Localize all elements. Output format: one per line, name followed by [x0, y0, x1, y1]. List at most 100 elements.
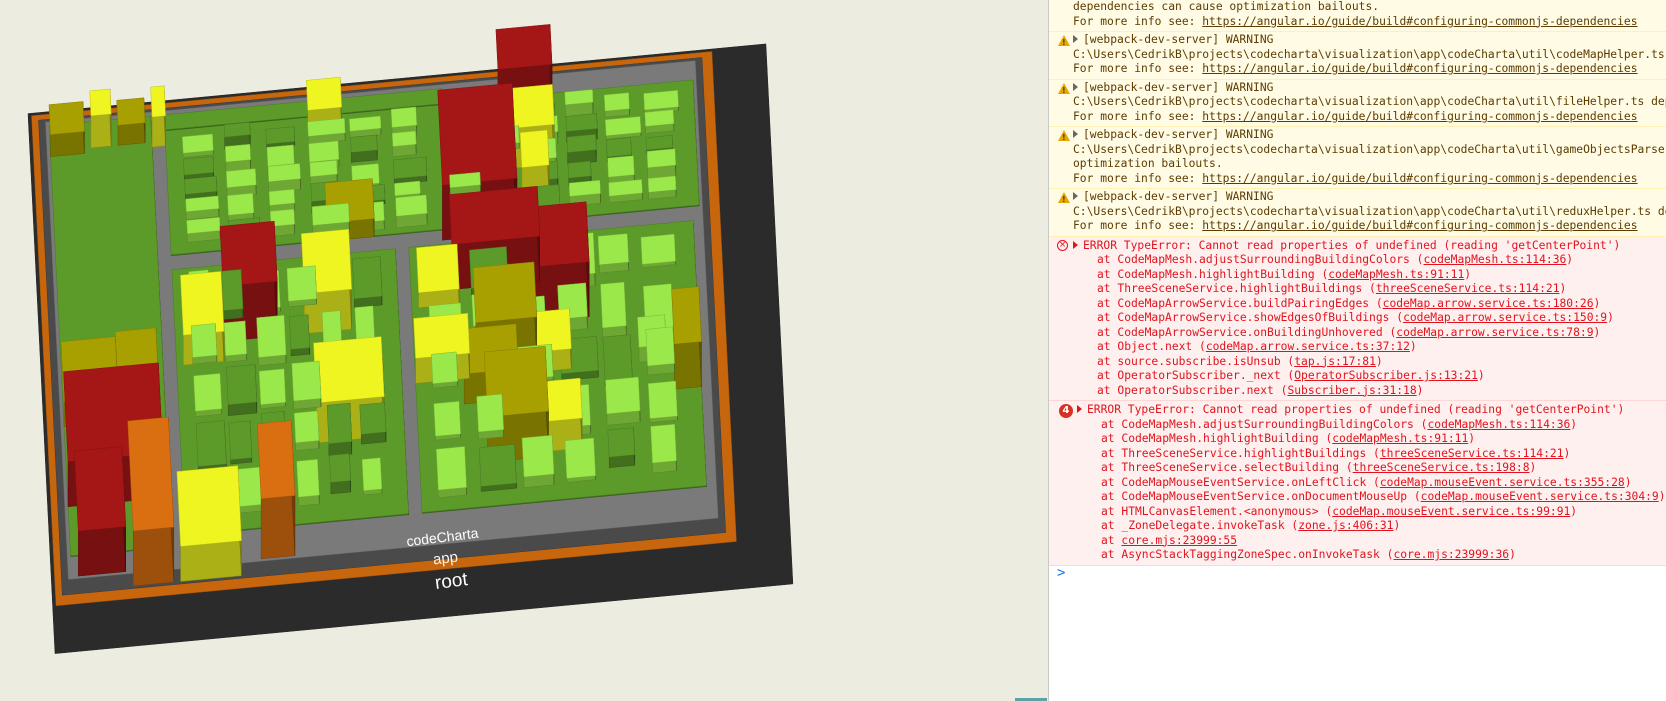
expand-triangle-icon[interactable]	[1073, 35, 1078, 43]
code-building[interactable]	[449, 171, 481, 196]
code-building[interactable]	[433, 401, 461, 441]
source-link[interactable]: OperatorSubscriber.js:13:21	[1294, 369, 1478, 382]
code-map-viewport[interactable]: codeCharta app root	[0, 0, 1048, 701]
code-building[interactable]	[566, 134, 597, 165]
code-building[interactable]	[436, 446, 467, 498]
code-building[interactable]	[349, 115, 382, 138]
code-building[interactable]	[150, 85, 166, 148]
code-building[interactable]	[644, 109, 675, 134]
console-warning-entry[interactable]: dependencies can cause optimization bail…	[1049, 0, 1666, 32]
code-building[interactable]	[267, 163, 301, 193]
code-building[interactable]	[296, 459, 320, 507]
source-link[interactable]: https://angular.io/guide/build#configuri…	[1202, 219, 1637, 232]
source-link[interactable]: Subscriber.js:31:18	[1287, 384, 1416, 397]
code-building[interactable]	[605, 116, 642, 140]
code-building[interactable]	[521, 434, 555, 488]
source-link[interactable]: core.mjs:23999:36	[1393, 548, 1509, 561]
code-building[interactable]	[329, 453, 351, 495]
expand-triangle-icon[interactable]	[1073, 192, 1078, 200]
code-building[interactable]	[176, 465, 242, 582]
code-building[interactable]	[193, 373, 223, 417]
code-building[interactable]	[600, 281, 627, 338]
source-link[interactable]: threeSceneService.ts:114:21	[1380, 447, 1564, 460]
source-link[interactable]: https://angular.io/guide/build#configuri…	[1202, 110, 1637, 123]
code-building[interactable]	[640, 233, 676, 268]
source-link[interactable]: codeMapMesh.ts:114:36	[1423, 253, 1566, 266]
code-building[interactable]	[647, 380, 678, 423]
source-link[interactable]: core.mjs:23999:55	[1121, 534, 1237, 547]
code-building[interactable]	[258, 368, 286, 409]
source-link[interactable]: codeMapMesh.ts:114:36	[1427, 418, 1570, 431]
code-building[interactable]	[127, 416, 175, 587]
code-building[interactable]	[190, 323, 218, 365]
source-link[interactable]: codeMapMesh.ts:91:11	[1328, 268, 1464, 281]
console-error-entry[interactable]: × ERROR TypeError: Cannot read properties…	[1049, 236, 1666, 401]
console-warning-entry[interactable]: [webpack-dev-server] WARNINGC:\Users\Ced…	[1049, 127, 1666, 189]
source-link[interactable]: https://angular.io/guide/build#configuri…	[1202, 172, 1637, 185]
code-building[interactable]	[226, 364, 258, 416]
code-building[interactable]	[286, 265, 317, 308]
code-map-canvas[interactable]: codeCharta app root	[0, 0, 1048, 701]
source-link[interactable]: threeSceneService.ts:114:21	[1376, 282, 1560, 295]
source-link[interactable]: codeMap.mouseEvent.service.ts:304:9	[1421, 490, 1659, 503]
code-building[interactable]	[352, 256, 383, 308]
code-building[interactable]	[478, 444, 517, 492]
code-building[interactable]	[326, 402, 353, 457]
code-building[interactable]	[607, 427, 636, 468]
code-building[interactable]	[186, 217, 221, 243]
code-building[interactable]	[416, 243, 460, 309]
source-link[interactable]: codeMap.arrow.service.ts:37:12	[1206, 340, 1410, 353]
source-link[interactable]: codeMap.mouseEvent.service.ts:99:91	[1332, 505, 1570, 518]
source-link[interactable]: tap.js:17:81	[1294, 355, 1376, 368]
code-building[interactable]	[291, 360, 322, 410]
code-building[interactable]	[223, 320, 247, 363]
expand-triangle-icon[interactable]	[1073, 82, 1078, 91]
console-error-entry[interactable]: 4 ERROR TypeError: Cannot read properties…	[1049, 401, 1666, 566]
code-building[interactable]	[650, 423, 677, 474]
expand-triangle-icon[interactable]	[1073, 130, 1078, 138]
source-link[interactable]: codeMap.arrow.service.ts:180:26	[1383, 297, 1594, 310]
expand-triangle-icon[interactable]	[1073, 240, 1078, 249]
code-building[interactable]	[671, 286, 702, 390]
code-building[interactable]	[195, 420, 227, 474]
console-warning-entry[interactable]: [webpack-dev-server] WARNINGC:\Users\Ced…	[1049, 32, 1666, 80]
code-building[interactable]	[289, 314, 310, 357]
code-building[interactable]	[391, 130, 417, 157]
source-link[interactable]: https://angular.io/guide/build#configuri…	[1202, 62, 1637, 75]
devtools-console[interactable]: dependencies can cause optimization bail…	[1048, 0, 1666, 701]
code-building[interactable]	[185, 195, 220, 220]
code-building[interactable]	[48, 101, 85, 157]
code-building[interactable]	[221, 269, 244, 320]
console-prompt[interactable]: >	[1048, 562, 1666, 584]
code-building[interactable]	[116, 97, 146, 146]
code-building[interactable]	[350, 134, 378, 163]
code-building[interactable]	[256, 314, 287, 366]
code-building[interactable]	[257, 420, 296, 560]
code-building[interactable]	[605, 376, 641, 426]
source-link[interactable]: codeMap.arrow.service.ts:78:9	[1396, 326, 1593, 339]
code-building[interactable]	[228, 420, 253, 465]
code-building[interactable]	[89, 88, 112, 149]
console-warning-entry[interactable]: [webpack-dev-server] WARNINGC:\Users\Ced…	[1049, 79, 1666, 127]
code-building[interactable]	[597, 233, 629, 274]
code-building[interactable]	[359, 402, 387, 445]
code-building[interactable]	[564, 437, 596, 483]
code-building[interactable]	[395, 194, 428, 229]
code-building[interactable]	[476, 393, 504, 440]
code-building[interactable]	[293, 410, 320, 451]
code-building[interactable]	[564, 89, 594, 118]
source-link[interactable]: codeMap.mouseEvent.service.ts:355:28	[1380, 476, 1625, 489]
source-link[interactable]: threeSceneService.ts:198:8	[1353, 461, 1530, 474]
code-building[interactable]	[603, 92, 630, 118]
code-building[interactable]	[646, 148, 677, 181]
code-building[interactable]	[647, 175, 677, 200]
code-building[interactable]	[608, 179, 643, 203]
code-building[interactable]	[361, 457, 383, 496]
source-link[interactable]: https://angular.io/guide/build#configuri…	[1202, 15, 1637, 28]
source-link[interactable]: codeMapMesh.ts:91:11	[1332, 432, 1468, 445]
code-building[interactable]	[307, 118, 346, 145]
console-warning-entry[interactable]: [webpack-dev-server] WARNINGC:\Users\Ced…	[1049, 189, 1666, 237]
expand-triangle-icon[interactable]	[1077, 405, 1082, 413]
code-building[interactable]	[431, 351, 458, 389]
code-building[interactable]	[183, 156, 214, 180]
